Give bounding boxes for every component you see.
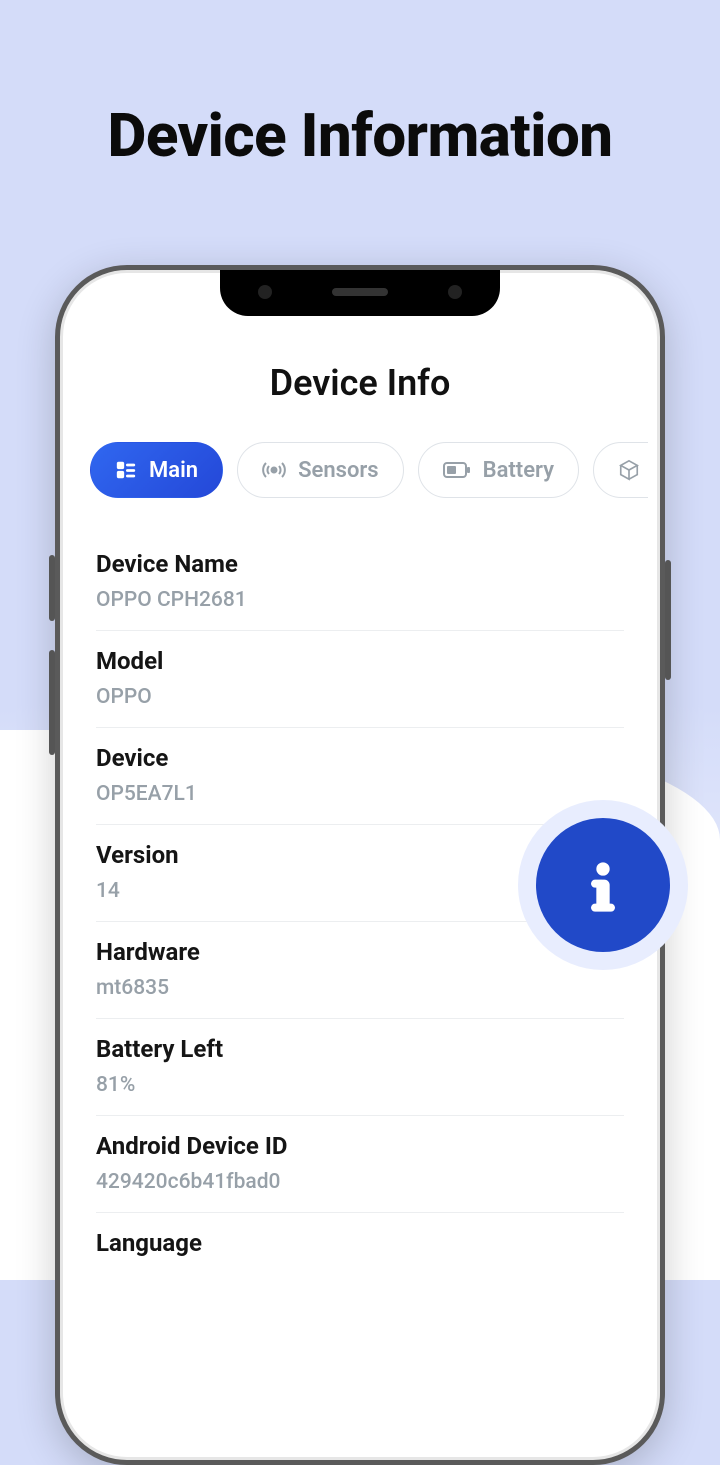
list-item: Model OPPO <box>96 631 624 728</box>
info-fab[interactable] <box>518 800 688 970</box>
tab-label: Battery <box>483 458 554 483</box>
row-label: Device Name <box>96 550 624 578</box>
row-value: 81% <box>96 1073 624 1097</box>
list-item: Battery Left 81% <box>96 1019 624 1116</box>
row-label: Model <box>96 647 624 675</box>
tab-main[interactable]: Main <box>90 442 223 498</box>
battery-icon <box>443 461 471 479</box>
list-item: Device OP5EA7L1 <box>96 728 624 825</box>
list-item: Device Name OPPO CPH2681 <box>96 534 624 631</box>
phone-side-button <box>49 650 55 755</box>
tab-label: Main <box>149 458 198 483</box>
row-label: Device <box>96 744 624 772</box>
sensor-icon <box>262 458 286 482</box>
camera-dot <box>448 285 462 299</box>
cube-icon <box>618 459 640 481</box>
row-value: mt6835 <box>96 976 624 1000</box>
phone-side-button <box>49 555 55 621</box>
tab-bar: Main Sensors <box>72 442 648 498</box>
app-title: Device Info <box>72 362 648 404</box>
tab-sensors[interactable]: Sensors <box>237 442 404 498</box>
phone-notch <box>220 268 500 316</box>
tab-label: Sensors <box>298 458 379 483</box>
row-label: Android Device ID <box>96 1132 624 1160</box>
grid-icon <box>115 459 137 481</box>
row-value: OPPO CPH2681 <box>96 588 624 612</box>
page-title: Device Information <box>0 0 720 171</box>
list-item: Android Device ID 429420c6b41fbad0 <box>96 1116 624 1213</box>
camera-dot <box>258 285 272 299</box>
tab-more[interactable]: M <box>593 442 648 498</box>
row-label: Battery Left <box>96 1035 624 1063</box>
row-label: Language <box>96 1229 624 1257</box>
phone-side-button <box>665 560 671 680</box>
row-value: 429420c6b41fbad0 <box>96 1170 624 1194</box>
row-value: OP5EA7L1 <box>96 782 624 806</box>
list-item: Language <box>96 1213 624 1285</box>
tab-battery[interactable]: Battery <box>418 442 579 498</box>
row-value: OPPO <box>96 685 624 709</box>
info-icon <box>536 818 670 952</box>
speaker-grill <box>332 288 388 296</box>
